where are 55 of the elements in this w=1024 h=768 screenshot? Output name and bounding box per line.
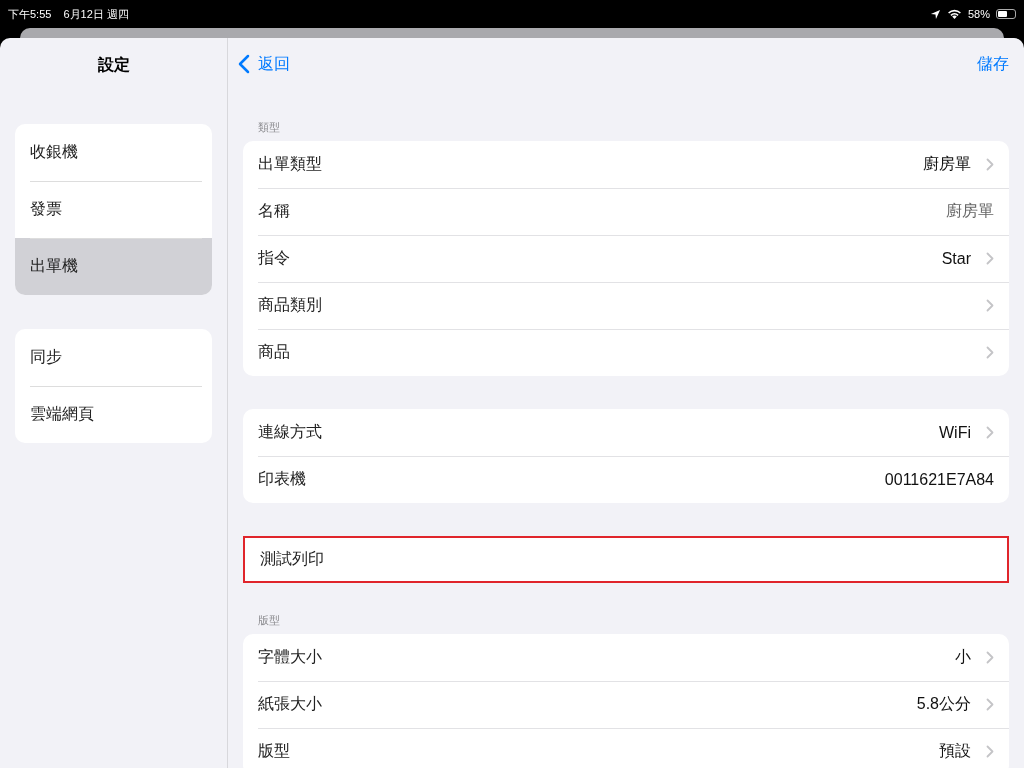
text-field-value[interactable]: 廚房單: [946, 201, 994, 222]
settings-row[interactable]: 字體大小 小: [243, 634, 1009, 681]
chevron-right-icon: [986, 158, 994, 171]
chevron-right-icon: [986, 651, 994, 664]
row-value: 5.8公分: [916, 694, 971, 714]
row-value: WiFi: [939, 423, 971, 442]
save-button[interactable]: 儲存: [977, 53, 1009, 75]
row-label: 出單類型: [258, 154, 322, 174]
settings-row[interactable]: 版型 預設: [243, 728, 1009, 768]
row-label: 版型: [258, 741, 290, 761]
row-label: 紙張大小: [258, 694, 322, 714]
sidebar-item[interactable]: 發票: [15, 181, 212, 238]
row-label: 測試列印: [260, 549, 324, 569]
row-value: 小: [955, 647, 971, 667]
chevron-right-icon: [986, 299, 994, 312]
row-value: 0011621E7A84: [884, 470, 994, 489]
location-arrow-icon: [929, 8, 941, 20]
settings-row[interactable]: 商品類別: [243, 282, 1009, 329]
sidebar-item[interactable]: 收銀機: [15, 124, 212, 181]
sidebar-item[interactable]: 同步: [15, 329, 212, 386]
battery-percent: 58%: [967, 8, 990, 20]
status-date: 6月12日 週四: [63, 6, 129, 22]
sidebar-title: 設定: [96, 55, 131, 75]
row-label: 字體大小: [258, 647, 322, 667]
chevron-right-icon: [986, 745, 994, 758]
back-button[interactable]: 返回: [238, 53, 290, 75]
settings-row[interactable]: 連線方式 WiFi: [243, 409, 1009, 456]
sidebar-item[interactable]: 出單機: [15, 238, 212, 295]
settings-row[interactable]: 紙張大小 5.8公分: [243, 681, 1009, 728]
chevron-right-icon: [986, 346, 994, 359]
row-value: Star: [941, 249, 971, 268]
row-label: 商品: [258, 342, 290, 362]
row-label: 名稱: [258, 201, 290, 221]
row-label: 連線方式: [258, 422, 322, 442]
settings-row[interactable]: 指令 Star: [243, 235, 1009, 282]
row-label: 指令: [258, 248, 290, 268]
battery-icon: [996, 9, 1016, 19]
settings-row[interactable]: 測試列印: [245, 538, 1007, 581]
section-header: 類型: [257, 120, 281, 135]
chevron-right-icon: [986, 252, 994, 265]
row-value: 預設: [939, 741, 971, 761]
wifi-icon: [946, 8, 962, 20]
settings-row[interactable]: 出單類型 廚房單: [243, 141, 1009, 188]
chevron-left-icon: [238, 54, 250, 74]
sidebar-item[interactable]: 雲端網頁: [15, 386, 212, 443]
section-header: 版型: [257, 613, 281, 628]
settings-row[interactable]: 商品: [243, 329, 1009, 376]
row-value: 廚房單: [923, 154, 971, 174]
row-label: 商品類別: [258, 295, 322, 315]
chevron-right-icon: [986, 426, 994, 439]
settings-row[interactable]: 印表機 0011621E7A84: [243, 456, 1009, 503]
row-label: 印表機: [258, 469, 306, 489]
settings-row[interactable]: 名稱 廚房單: [243, 188, 1009, 235]
status-time: 下午5:55: [8, 6, 52, 22]
chevron-right-icon: [986, 698, 994, 711]
